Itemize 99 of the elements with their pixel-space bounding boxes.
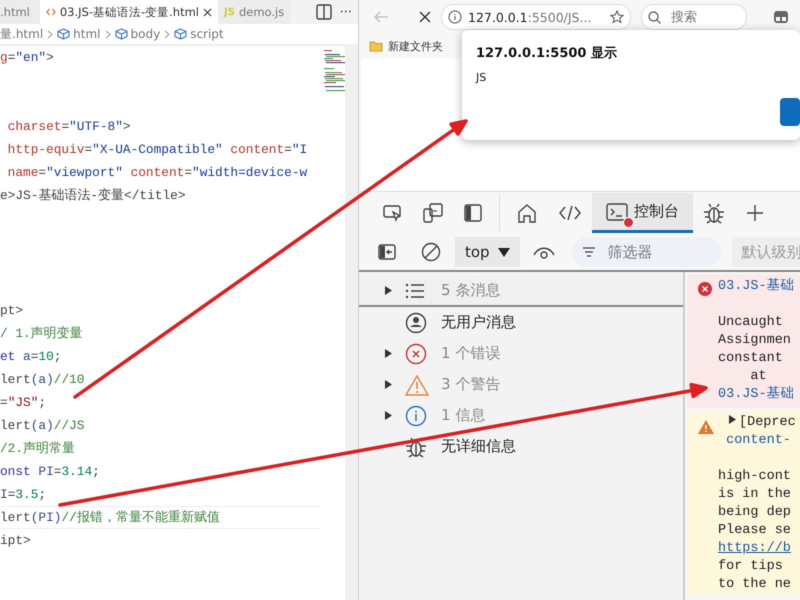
url-text: 127.0.0.1:5500/JS... xyxy=(468,10,592,24)
breadcrumb-item[interactable]: body xyxy=(130,27,160,41)
caret-icon xyxy=(498,248,510,256)
code-line: lert(a)//JS xyxy=(0,417,84,435)
editor-tab[interactable]: 03.JS-基础语法-变量.html xyxy=(40,0,218,24)
sidebar-item[interactable]: 无详细信息 xyxy=(359,431,683,462)
cube-icon xyxy=(57,28,70,40)
code-brackets-icon xyxy=(46,8,56,16)
terminal-icon xyxy=(606,202,628,222)
code-line: et a=10; xyxy=(0,348,62,366)
code-line: pt> xyxy=(0,302,24,320)
code-line: lert(PI)//报错，常量不能重新赋值 xyxy=(0,509,220,527)
code-line: onst PI=3.14; xyxy=(0,463,100,481)
confirm-button[interactable] xyxy=(780,98,800,126)
bug-icon xyxy=(405,436,427,458)
dialog-title: 127.0.0.1:5500 显示 xyxy=(476,45,617,62)
devtools-tab[interactable]: 控制台 xyxy=(592,193,693,233)
dock-panel-icon xyxy=(464,204,482,222)
search-field[interactable]: 搜索 xyxy=(641,4,747,30)
home-icon xyxy=(516,202,538,224)
filter-icon xyxy=(582,247,596,257)
back-arrow-icon xyxy=(373,10,389,24)
breadcrumb-item[interactable]: html xyxy=(73,27,100,41)
code-line: name="viewport" content="width=device-w xyxy=(6,164,308,182)
message-text: constant xyxy=(718,350,783,368)
code-line: / 1.声明变量 xyxy=(0,325,83,343)
source-link[interactable]: 03.JS-基础 xyxy=(718,278,795,296)
source-link[interactable]: 03.JS-基础 xyxy=(718,386,795,404)
sidebar-item[interactable]: 无用户消息 xyxy=(359,307,683,338)
message-text: for tips xyxy=(718,558,783,576)
user-icon xyxy=(405,312,427,334)
chevron-right-icon xyxy=(164,30,170,38)
dialog-message: JS xyxy=(476,71,486,84)
breadcrumb-item[interactable]: script xyxy=(190,27,224,41)
more-actions-button[interactable]: ··· xyxy=(340,4,352,20)
sidebar-item[interactable]: 3 个警告 xyxy=(359,369,683,400)
cube-icon xyxy=(114,28,128,40)
message-text: at xyxy=(749,368,767,386)
code-line: /2.声明常量 xyxy=(0,440,76,458)
search-icon xyxy=(648,10,661,24)
filter-field[interactable]: 筛选器 xyxy=(572,237,722,267)
expand-triangle-icon xyxy=(384,285,393,296)
code-line: charset="UTF-8"> xyxy=(6,118,131,136)
bookmark-item[interactable]: 新建文件夹 xyxy=(388,38,443,54)
plus-icon xyxy=(746,204,764,222)
info-icon xyxy=(405,404,427,426)
editor-tab[interactable]: .html xyxy=(0,0,40,24)
code-line: ipt> xyxy=(0,532,31,550)
breadcrumb-item[interactable]: 量.html xyxy=(0,26,44,42)
clear-icon xyxy=(421,242,441,262)
info-icon xyxy=(448,10,462,24)
expand-triangle-icon xyxy=(384,379,393,390)
warning-icon xyxy=(405,374,429,396)
star-icon xyxy=(610,10,624,24)
close-icon xyxy=(203,8,212,16)
code-line: lert(a)//10 xyxy=(0,371,84,389)
error-icon xyxy=(405,342,427,364)
split-editor-icon xyxy=(316,4,332,20)
scrollbar[interactable] xyxy=(345,46,358,600)
address-bar[interactable]: 127.0.0.1:5500/JS... xyxy=(441,4,631,30)
code-line: e>JS-基础语法-变量</title> xyxy=(0,187,186,205)
context-dropdown[interactable]: top xyxy=(455,237,520,267)
chevron-right-icon xyxy=(47,30,54,38)
code-line: I=3.5; xyxy=(0,486,46,504)
eye-icon xyxy=(532,245,555,259)
device-icon xyxy=(423,203,443,223)
sidebar-item[interactable]: 1 信息 xyxy=(359,400,683,431)
list-icon xyxy=(405,282,425,300)
code-line: ="JS"; xyxy=(0,394,46,412)
source-link[interactable]: content- xyxy=(718,432,791,450)
warning-icon xyxy=(698,420,714,434)
expand-triangle-icon xyxy=(384,348,393,359)
message-text: Assignmen xyxy=(718,332,791,350)
message-text: is in the xyxy=(718,486,791,504)
search-input[interactable]: 搜索 xyxy=(669,8,733,26)
js-file-icon: JS xyxy=(224,6,235,18)
folder-icon xyxy=(369,40,383,52)
message-text: high-cont xyxy=(718,468,791,486)
error-icon xyxy=(698,282,712,296)
expand-triangle-icon xyxy=(728,414,737,425)
sidebar-item[interactable]: 1 个错误 xyxy=(359,338,683,369)
sidebar-icon xyxy=(378,244,396,260)
code-line: g="en"> xyxy=(0,49,54,67)
message-text: being dep xyxy=(718,504,791,522)
bug-icon xyxy=(703,202,725,224)
message-text: Please se xyxy=(718,522,791,540)
expand-triangle-icon xyxy=(384,410,393,421)
chevron-right-icon xyxy=(104,30,110,38)
editor-tab[interactable]: JS demo.js xyxy=(218,0,290,24)
filter-input[interactable]: 筛选器 xyxy=(606,242,700,262)
tab-actions-icon xyxy=(773,9,789,25)
message-text: to the ne xyxy=(718,576,791,594)
inspect-icon xyxy=(383,204,403,222)
code-icon xyxy=(558,204,582,222)
cube-icon xyxy=(174,28,188,40)
code-line: http-equiv="X-UA-Compatible" content="I xyxy=(6,141,308,159)
close-icon xyxy=(419,11,431,23)
message-summary[interactable]: [Deprec xyxy=(739,414,796,432)
message-text: Uncaught xyxy=(718,314,783,332)
